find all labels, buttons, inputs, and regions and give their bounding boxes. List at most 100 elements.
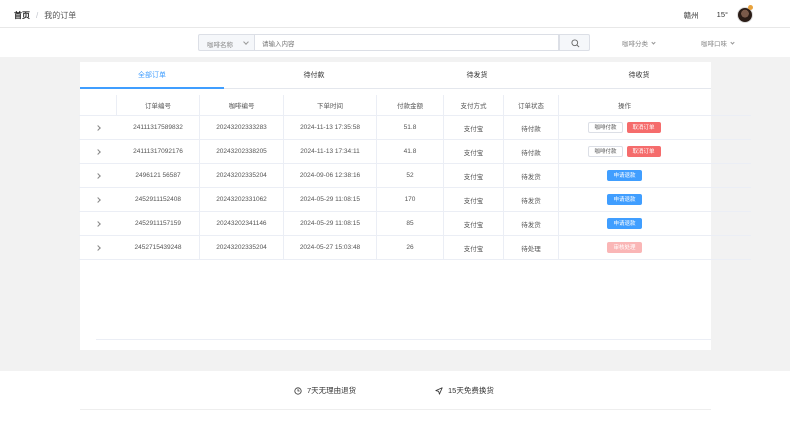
avatar-badge-icon — [748, 5, 753, 10]
order-no-cell: 2452911157159 — [117, 212, 200, 235]
table-row: 2452715439248 20243202335204 2024-05-27 15… — [79, 236, 751, 260]
pay-cell: 支付宝 — [444, 116, 504, 139]
column-header: 支付方式 — [444, 95, 504, 115]
cancel-order-button[interactable]: 取消订单 — [626, 146, 661, 157]
time-cell: 2024-11-13 17:34:11 — [284, 140, 377, 163]
time-cell: 2024-05-27 15:03:48 — [284, 236, 377, 259]
pay-cell: 支付宝 — [444, 236, 504, 259]
column-header: 下单时间 — [284, 95, 377, 115]
chevron-down-icon — [730, 40, 735, 45]
breadcrumb-separator: / — [36, 11, 39, 20]
column-header: 付款金额 — [377, 95, 444, 115]
active-tab-indicator — [80, 87, 224, 89]
footer: 7天无理由退货 15天免费换货 — [0, 371, 790, 438]
column-header: 操作 — [618, 103, 631, 110]
actions-cell: 申请退款 — [559, 164, 690, 187]
chevron-down-icon — [243, 39, 249, 45]
chevron-right-icon[interactable] — [95, 196, 101, 203]
refund-button[interactable]: 申请退款 — [607, 218, 642, 229]
processing-button[interactable]: 审核处理 — [607, 242, 642, 253]
table-row: 24111317092176 20243202338205 2024-11-13 1… — [79, 140, 751, 164]
status-cell: 待发货 — [504, 164, 559, 187]
expand-cell — [79, 212, 117, 235]
order-no-cell: 24111317092176 — [117, 140, 200, 163]
amount-cell: 51.8 — [377, 116, 444, 139]
orders-card: 全部订单 待付款 待发货 待收货 订单编号 咖啡编号 下单时间 付款金额 支付方… — [79, 62, 751, 350]
pay-cell: 支付宝 — [444, 140, 504, 163]
order-no-cell: 24111317589832 — [117, 116, 200, 139]
time-cell: 2024-05-29 11:08:15 — [284, 212, 377, 235]
refund-button[interactable]: 申请退款 — [607, 170, 642, 181]
status-cell: 待付款 — [504, 140, 559, 163]
table-row: 2452911152408 20243202331062 2024-05-29 11… — [79, 188, 751, 212]
chevron-right-icon[interactable] — [95, 220, 101, 227]
expand-cell — [79, 188, 117, 211]
flavor-filter[interactable]: 咖啡口味 — [701, 38, 735, 48]
amount-cell: 52 — [377, 164, 444, 187]
order-tabs: 全部订单 待付款 待发货 待收货 — [80, 62, 711, 89]
pay-button[interactable]: 咖啡付款 — [588, 122, 623, 133]
coffee-no-cell: 20243202333283 — [200, 116, 284, 139]
chevron-right-icon[interactable] — [95, 148, 101, 155]
breadcrumb-home[interactable]: 首页 — [14, 10, 30, 21]
search-icon — [571, 39, 580, 48]
time-cell: 2024-05-29 11:08:15 — [284, 188, 377, 211]
pay-button[interactable]: 咖啡付款 — [588, 146, 623, 157]
chevron-right-icon[interactable] — [95, 124, 101, 131]
top-header: 首页 / 我的订单 赣州 15° — [0, 0, 790, 28]
breadcrumb: 首页 / 我的订单 — [14, 10, 76, 21]
refund-button[interactable]: 申请退款 — [607, 194, 642, 205]
expand-cell — [79, 116, 117, 139]
tab-pending-payment[interactable]: 待付款 — [274, 70, 354, 80]
table-row: 24111317589832 20243202333283 2024-11-13 1… — [79, 116, 751, 140]
expand-cell — [79, 164, 117, 187]
actions-cell: 咖啡付款 取消订单 — [559, 140, 690, 163]
tab-pending-receipt[interactable]: 待收货 — [599, 70, 679, 80]
column-header: 订单状态 — [504, 95, 559, 115]
order-no-cell: 2452911152408 — [117, 188, 200, 211]
tab-all-orders[interactable]: 全部订单 — [112, 70, 192, 80]
coffee-no-cell: 20243202331062 — [200, 188, 284, 211]
coffee-no-cell: 20243202341146 — [200, 212, 284, 235]
time-cell: 2024-09-06 12:38:16 — [284, 164, 377, 187]
search-button[interactable] — [559, 34, 590, 51]
cancel-order-button[interactable]: 取消订单 — [626, 122, 661, 133]
city-label: 赣州 — [683, 11, 699, 20]
breadcrumb-current: 我的订单 — [44, 11, 77, 20]
column-header: 订单编号 — [117, 95, 200, 115]
temperature-label: 15° — [716, 10, 728, 19]
pay-cell: 支付宝 — [444, 212, 504, 235]
actions-cell: 审核处理 — [559, 236, 690, 259]
tab-pending-shipment[interactable]: 待发货 — [437, 70, 517, 80]
footer-return-text: 7天无理由退货 — [307, 386, 357, 395]
category-filter[interactable]: 咖啡分类 — [622, 38, 656, 48]
footer-exchange-text: 15天免费换货 — [448, 386, 494, 395]
flavor-filter-label: 咖啡口味 — [701, 41, 727, 48]
actions-cell: 咖啡付款 取消订单 — [559, 116, 690, 139]
table-row: 2496121 56587 20243202335204 2024-09-06 12… — [79, 164, 751, 188]
category-filter-label: 咖啡分类 — [622, 41, 648, 48]
status-cell: 待发货 — [504, 188, 559, 211]
footer-divider — [80, 409, 711, 410]
table-header-row: 订单编号 咖啡编号 下单时间 付款金额 支付方式 订单状态 操作 — [79, 95, 751, 116]
amount-cell: 41.8 — [377, 140, 444, 163]
navigation-arrow-icon — [435, 386, 443, 395]
table-row: 2452911157159 20243202341146 2024-05-29 11… — [79, 212, 751, 236]
coffee-no-cell: 20243202338205 — [200, 140, 284, 163]
actions-cell: 申请退款 — [559, 212, 690, 235]
expand-cell — [79, 140, 117, 163]
search-bar: 咖啡名称 咖啡分类 咖啡口味 — [0, 28, 790, 57]
footer-exchange-policy: 15天免费换货 — [435, 385, 494, 396]
coffee-no-cell: 20243202335204 — [200, 164, 284, 187]
time-cell: 2024-11-13 17:35:58 — [284, 116, 377, 139]
chevron-right-icon[interactable] — [95, 244, 101, 251]
chevron-right-icon[interactable] — [95, 172, 101, 179]
footer-return-policy: 7天无理由退货 — [294, 385, 356, 396]
search-field-select[interactable]: 咖啡名称 — [198, 34, 254, 51]
amount-cell: 85 — [377, 212, 444, 235]
amount-cell: 26 — [377, 236, 444, 259]
amount-cell: 170 — [377, 188, 444, 211]
search-field-select-label: 咖啡名称 — [207, 42, 233, 49]
search-input[interactable] — [254, 34, 559, 51]
pay-cell: 支付宝 — [444, 188, 504, 211]
